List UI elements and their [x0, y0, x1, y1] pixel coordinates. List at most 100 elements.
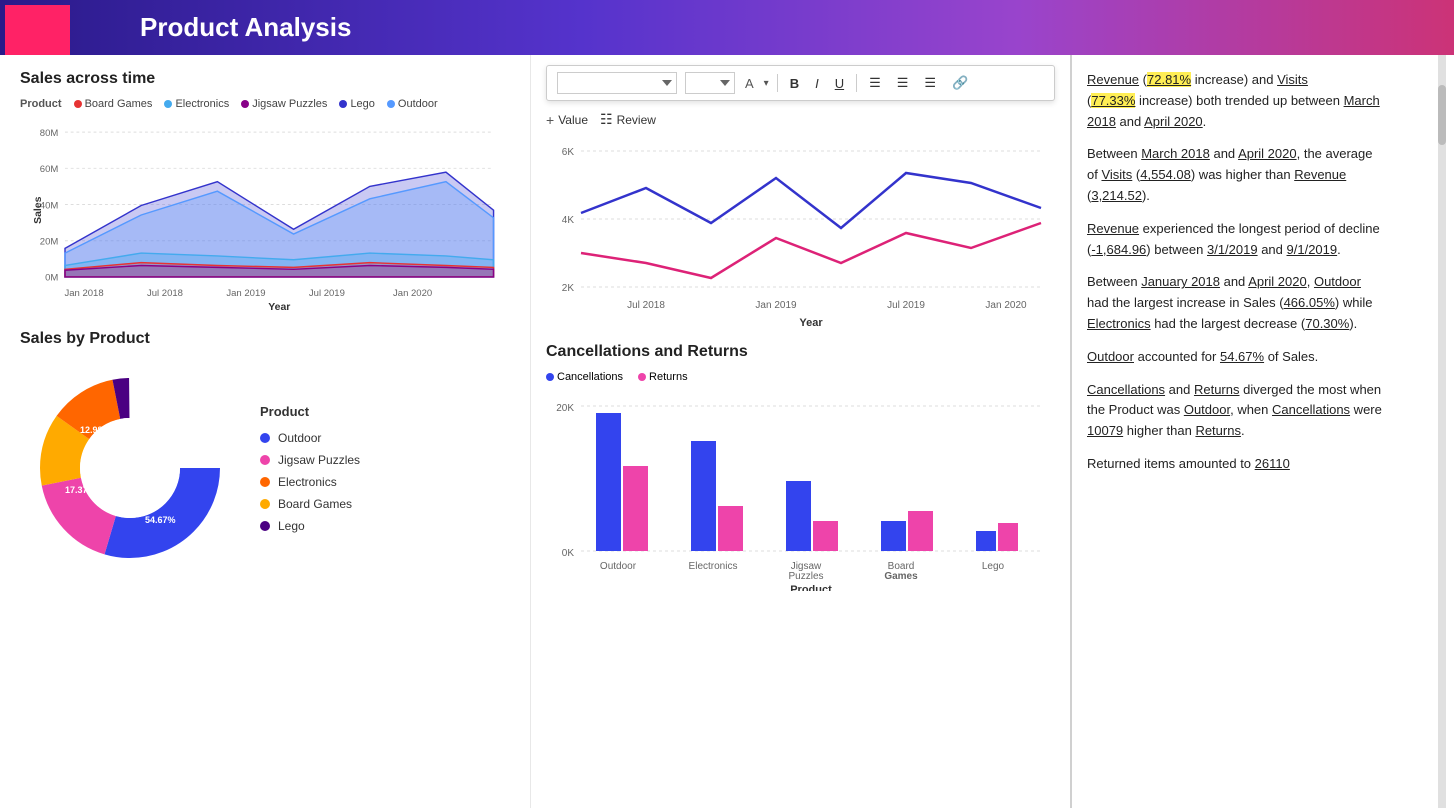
product-legend-lego: Lego	[260, 519, 360, 533]
size-select[interactable]	[685, 72, 735, 94]
revenue-link-3[interactable]: Revenue	[1087, 221, 1139, 236]
revenue-avg: 3,214.52	[1091, 188, 1142, 203]
date-end[interactable]: 9/1/2019	[1287, 242, 1338, 257]
march-2018-link-2[interactable]: March 2018	[1141, 146, 1210, 161]
label-returns: Returns	[649, 371, 688, 383]
april-2020-link-2[interactable]: April 2020	[1238, 146, 1297, 161]
bar-boardgames-ret	[908, 511, 933, 551]
dot-jigsaw	[260, 455, 270, 465]
bar-electronics-ret	[718, 506, 743, 551]
cancellations-link-2[interactable]: Cancellations	[1272, 402, 1350, 417]
legend-dot-lego	[339, 100, 347, 108]
dot-lego	[260, 521, 270, 531]
legend-label-boardgames: Board Games	[85, 98, 153, 110]
legend-item-outdoor: Outdoor	[387, 98, 438, 110]
svg-text:Jan 2020: Jan 2020	[985, 300, 1027, 311]
left-panel: Sales across time Product Board Games El…	[0, 55, 530, 808]
revenue-link-2[interactable]: Revenue	[1294, 167, 1346, 182]
svg-text:Outdoor: Outdoor	[600, 561, 637, 572]
svg-text:Year: Year	[268, 302, 290, 313]
insight-para-7: Returned items amounted to 26110	[1087, 454, 1385, 475]
underline-button[interactable]: U	[831, 74, 848, 93]
font-select[interactable]	[557, 72, 677, 94]
svg-text:Jan 2019: Jan 2019	[755, 300, 797, 311]
align-center-button[interactable]: ☰	[893, 73, 913, 93]
dot-boardgames	[260, 499, 270, 509]
tab-value[interactable]: + Value	[546, 111, 588, 128]
align-left-button[interactable]: ☰	[865, 73, 885, 93]
product-legend: Product Outdoor Jigsaw Puzzles Electroni…	[260, 404, 360, 533]
svg-text:Electronics: Electronics	[689, 561, 738, 572]
revenue-pct: 72.81%	[1147, 72, 1191, 87]
right-panel: Revenue (72.81% increase) and Visits(77.…	[1070, 55, 1400, 808]
link-button[interactable]: 🔗	[948, 73, 972, 93]
svg-text:Jan 2019: Jan 2019	[226, 288, 265, 299]
april-2020-link[interactable]: April 2020	[1144, 114, 1203, 129]
insight-para-1: Revenue (72.81% increase) and Visits(77.…	[1087, 70, 1385, 132]
label-electronics: Electronics	[278, 475, 337, 489]
svg-text:Jul 2019: Jul 2019	[887, 300, 925, 311]
bold-button[interactable]: B	[786, 74, 803, 93]
visits-link-1[interactable]: Visits	[1277, 72, 1308, 87]
insight-para-6: Cancellations and Returns diverged the m…	[1087, 380, 1385, 442]
dot-outdoor	[260, 433, 270, 443]
bar-electronics-canc	[691, 441, 716, 551]
bar-lego-canc	[976, 531, 996, 551]
align-right-button[interactable]: ☰	[920, 73, 940, 93]
date-start[interactable]: 3/1/2019	[1207, 242, 1258, 257]
visits-chart: 6K 4K 2K Jul 2018 Jan 2019 Jul 2019 Jan …	[546, 133, 1046, 333]
svg-text:Games: Games	[884, 571, 918, 582]
outdoor-sales-pct: 54.67%	[1220, 349, 1264, 364]
tab-review[interactable]: ☷ Review	[600, 111, 656, 128]
main-content: Sales across time Product Board Games El…	[0, 55, 1454, 808]
returns-link[interactable]: Returns	[1194, 382, 1240, 397]
returned-total: 26110	[1255, 456, 1290, 471]
list-icon: ☷	[600, 111, 613, 128]
svg-text:20K: 20K	[556, 403, 574, 414]
bar-boardgames-canc	[881, 521, 906, 551]
tab-review-label: Review	[617, 113, 656, 127]
svg-text:54.67%: 54.67%	[145, 515, 176, 525]
bar-jigsaw-ret	[813, 521, 838, 551]
mid-panel: A ▾ B I U ☰ ☰ ☰ 🔗 + Value ☷ Review 6K 4	[530, 55, 1070, 808]
scrollbar-thumb[interactable]	[1438, 85, 1446, 145]
sales-product-title: Sales by Product	[20, 330, 510, 348]
outdoor-pct: 466.05%	[1284, 295, 1335, 310]
svg-text:Jan 2018: Jan 2018	[64, 288, 103, 299]
product-legend-boardgames: Board Games	[260, 497, 360, 511]
header: Product Analysis	[0, 0, 1454, 55]
revenue-link-1[interactable]: Revenue	[1087, 72, 1139, 87]
canc-legend: Cancellations Returns	[546, 371, 1055, 383]
april-2020-link-3[interactable]: April 2020	[1248, 274, 1307, 289]
sales-time-chart: 80M 60M 40M 20M 0M Jan 2018 Jul 2018	[20, 115, 510, 315]
product-legend-title: Product	[260, 404, 360, 419]
legend-dot-boardgames	[74, 100, 82, 108]
dot-cancellations	[546, 373, 554, 381]
font-color-icon[interactable]: A	[745, 76, 754, 91]
returns-link-2[interactable]: Returns	[1195, 423, 1241, 438]
product-legend-electronics: Electronics	[260, 475, 360, 489]
outdoor-link-1[interactable]: Outdoor	[1314, 274, 1361, 289]
canc-diff: 10079	[1087, 423, 1123, 438]
cancellations-link[interactable]: Cancellations	[1087, 382, 1165, 397]
electronics-link[interactable]: Electronics	[1087, 316, 1151, 331]
jan-2018-link[interactable]: January 2018	[1141, 274, 1220, 289]
dot-returns	[638, 373, 646, 381]
svg-text:2K: 2K	[562, 283, 575, 294]
outdoor-link-2[interactable]: Outdoor	[1087, 349, 1134, 364]
sales-time-title: Sales across time	[20, 70, 510, 88]
svg-text:17.37%: 17.37%	[65, 485, 96, 495]
svg-text:Jul 2018: Jul 2018	[627, 300, 665, 311]
legend-label-outdoor: Outdoor	[398, 98, 438, 110]
italic-button[interactable]: I	[811, 74, 823, 93]
visits-link-2[interactable]: Visits	[1101, 167, 1132, 182]
label-boardgames: Board Games	[278, 497, 352, 511]
bar-outdoor-canc	[596, 413, 621, 551]
scrollbar[interactable]	[1438, 55, 1446, 808]
canc-chart: 20K 0K Outdoor	[546, 391, 1046, 591]
legend-label-electronics: Electronics	[175, 98, 229, 110]
insight-para-5: Outdoor accounted for 54.67% of Sales.	[1087, 347, 1385, 368]
outdoor-link-3[interactable]: Outdoor	[1184, 402, 1230, 417]
svg-text:60M: 60M	[40, 164, 59, 175]
font-color-chevron[interactable]: ▾	[764, 78, 769, 89]
